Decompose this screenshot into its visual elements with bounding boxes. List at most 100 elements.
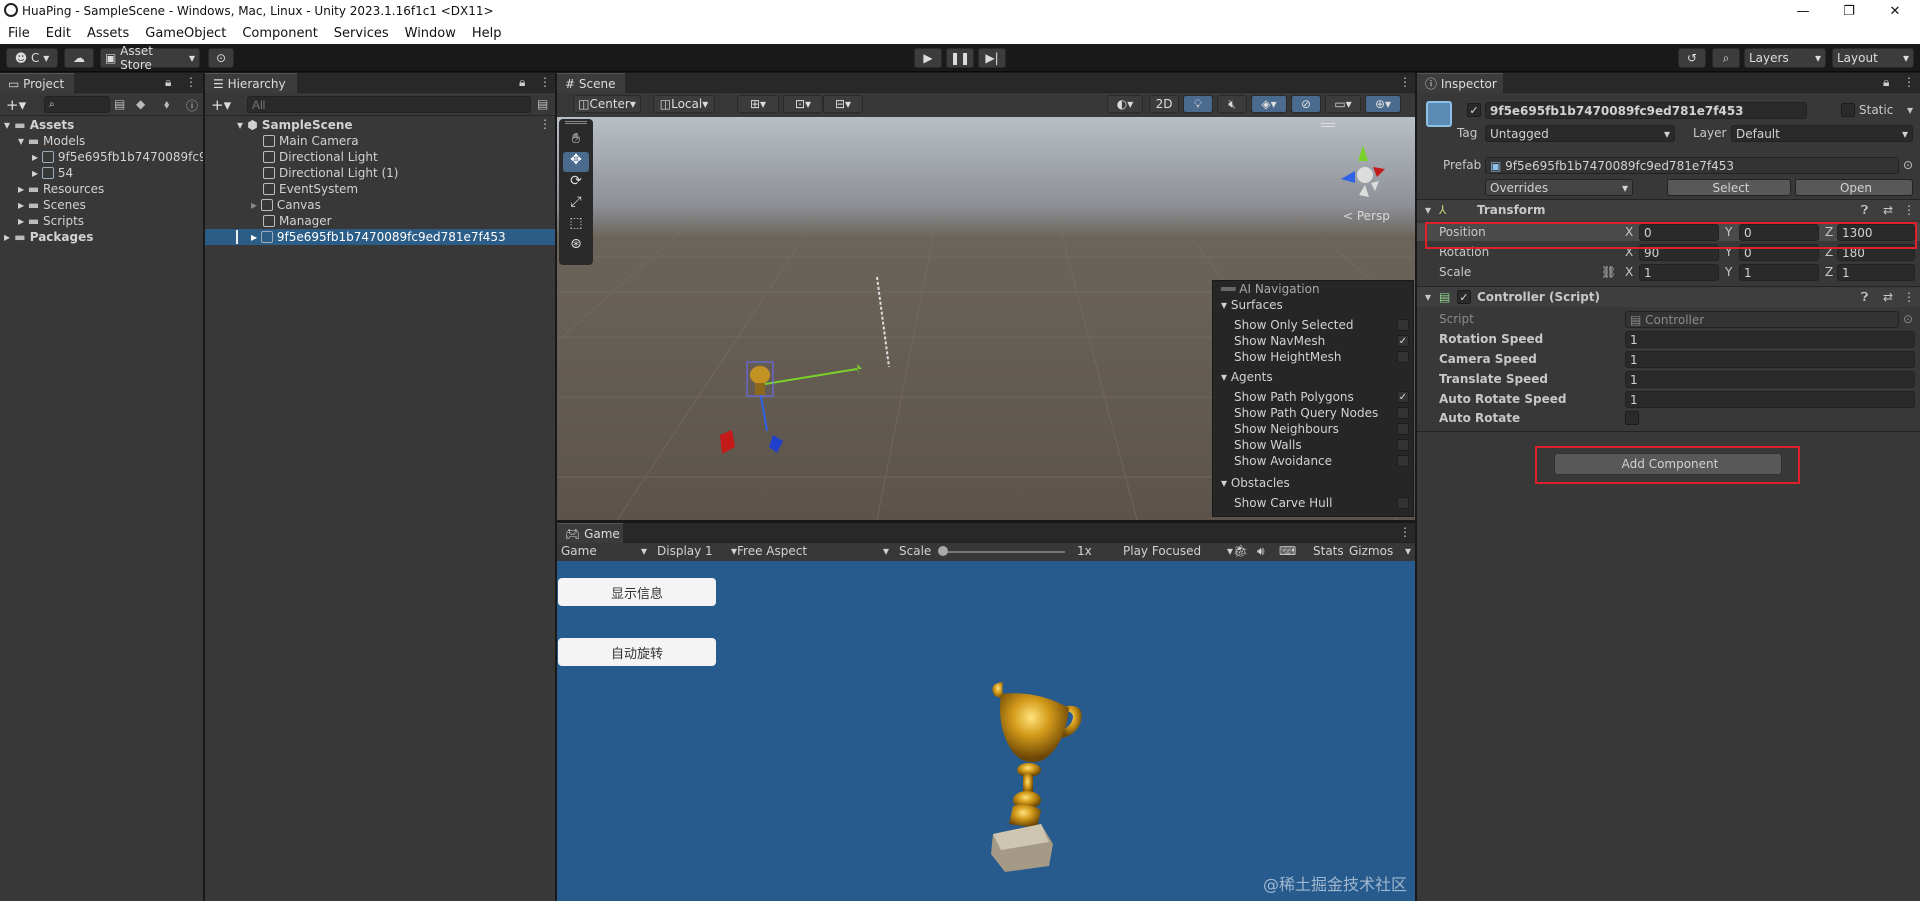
tree-item-resources[interactable]: ▸ ▬ Resources: [18, 181, 104, 197]
layers-dropdown[interactable]: Layers ▾: [1744, 48, 1826, 68]
overrides-dropdown[interactable]: Overrides ▾: [1485, 179, 1633, 196]
more-icon[interactable]: ⋮: [1903, 290, 1915, 304]
tab-game[interactable]: 🎮︎ Game: [557, 523, 623, 543]
auto-rotate-checkbox[interactable]: [1625, 411, 1639, 425]
draw-mode-dropdown[interactable]: ◐▾: [1107, 95, 1143, 113]
more-icon[interactable]: ⋮: [185, 75, 197, 89]
menu-assets[interactable]: Assets: [79, 26, 137, 41]
gizmos-dropdown[interactable]: Gizmos ▾: [1349, 544, 1411, 558]
pivot-center-dropdown[interactable]: ◫ Center ▾: [573, 95, 641, 113]
show-neighbours-checkbox[interactable]: [1397, 423, 1409, 435]
audio-mute-icon[interactable]: 🔊︎: [1257, 544, 1265, 559]
maximize-icon[interactable]: ❐: [1826, 0, 1872, 22]
show-carve-hull-checkbox[interactable]: [1397, 497, 1409, 509]
hierarchy-item-manager[interactable]: Manager: [263, 213, 332, 229]
help-icon[interactable]: ❓︎: [1861, 290, 1868, 305]
show-path-polygons-checkbox[interactable]: ✓: [1397, 391, 1409, 403]
scale-z-field[interactable]: 1: [1837, 264, 1915, 281]
menu-help[interactable]: Help: [464, 26, 510, 41]
hidden-objects-toggle[interactable]: ⊘: [1291, 95, 1321, 113]
menu-window[interactable]: Window: [397, 26, 464, 41]
hierarchy-item-directional-light[interactable]: Directional Light: [263, 149, 378, 165]
search-button[interactable]: ⌕: [1712, 48, 1740, 68]
move-gizmo-green-arrow[interactable]: [857, 364, 862, 375]
tree-item-models[interactable]: ▾ ▬ Models: [18, 133, 85, 149]
move-tool-icon[interactable]: ✥: [563, 152, 589, 172]
tab-hierarchy[interactable]: ☰ Hierarchy: [205, 73, 297, 93]
translate-speed-field[interactable]: 1: [1625, 371, 1915, 388]
show-walls-checkbox[interactable]: [1397, 439, 1409, 451]
move-gizmo-red-cone[interactable]: [720, 430, 735, 454]
play-button[interactable]: ▶: [914, 48, 942, 68]
overlay-drag-handle-icon[interactable]: [565, 121, 587, 124]
tree-item-scripts[interactable]: ▸ ▬ Scripts: [18, 213, 84, 229]
grid-snapping-button[interactable]: ⊞▾: [737, 95, 779, 113]
keyboard-icon[interactable]: ⌨︎: [1279, 544, 1296, 558]
scale-slider-thumb[interactable]: [938, 546, 948, 556]
display-dropdown[interactable]: Display 1 ▾: [657, 544, 737, 558]
tab-scene[interactable]: # Scene: [557, 73, 625, 93]
lock-icon[interactable]: 🔒︎: [519, 75, 525, 90]
hierarchy-item-canvas[interactable]: ▸ Canvas: [251, 197, 321, 213]
static-checkbox[interactable]: [1841, 103, 1855, 117]
view-options-button[interactable]: ⊟▾: [823, 95, 863, 113]
more-icon[interactable]: ⋮: [1399, 525, 1411, 539]
show-path-query-nodes-checkbox[interactable]: [1397, 407, 1409, 419]
prefab-asset-field[interactable]: ▣ 9f5e695fb1b7470089fc9ed781e7f453: [1485, 157, 1899, 174]
tab-project[interactable]: ▭ Project: [0, 73, 74, 93]
game-mode-dropdown[interactable]: Game ▾: [561, 544, 647, 558]
target-icon[interactable]: ⊙: [1903, 312, 1913, 326]
collab-button[interactable]: ⊙: [208, 48, 234, 68]
history-button[interactable]: ↺: [1678, 48, 1706, 68]
move-gizmo-blue-cone[interactable]: [769, 435, 783, 453]
show-info-button[interactable]: 显示信息: [558, 578, 716, 606]
auto-rotate-button[interactable]: 自动旋转: [558, 638, 716, 666]
scene-visibility-icon[interactable]: ▤: [537, 97, 548, 111]
tree-item-packages[interactable]: ▸ ▬ Packages: [4, 229, 93, 245]
prefab-select-button[interactable]: Select: [1667, 179, 1791, 196]
toggle-2d-button[interactable]: 2D: [1149, 95, 1179, 113]
tree-item-54[interactable]: ▸ 54: [32, 165, 73, 181]
target-icon[interactable]: ⊙: [1903, 158, 1913, 172]
hierarchy-item-main-camera[interactable]: Main Camera: [263, 133, 359, 149]
prefab-open-button[interactable]: Open: [1795, 179, 1913, 196]
step-button[interactable]: ▶|: [978, 48, 1006, 68]
filter-label-icon[interactable]: ◆: [136, 97, 145, 111]
lighting-toggle[interactable]: 💡︎: [1183, 95, 1213, 113]
active-checkbox[interactable]: ✓: [1467, 103, 1481, 117]
effects-toggle[interactable]: ◈▾: [1251, 95, 1287, 113]
show-avoidance-checkbox[interactable]: [1397, 455, 1409, 467]
expand-arrow-icon[interactable]: ▾: [1425, 203, 1431, 217]
camera-speed-field[interactable]: 1: [1625, 351, 1915, 368]
tree-item-model-prefab[interactable]: ▸ 9f5e695fb1b7470089fc9: [32, 149, 207, 165]
camera-settings-dropdown[interactable]: ▭▾: [1325, 95, 1361, 113]
asset-store-button[interactable]: ▣ Asset Store ▾: [100, 44, 200, 72]
scale-y-field[interactable]: 1: [1739, 264, 1819, 281]
link-icon[interactable]: ⛓︎: [1601, 265, 1616, 279]
scale-x-field[interactable]: 1: [1639, 264, 1719, 281]
gizmos-dropdown[interactable]: ⊕▾: [1365, 95, 1401, 113]
play-mode-dropdown[interactable]: Play Focused ▾: [1123, 544, 1233, 558]
add-icon[interactable]: +▾: [6, 96, 26, 114]
perspective-label[interactable]: < Persp: [1343, 209, 1390, 223]
increment-snapping-button[interactable]: ⊡▾: [783, 95, 823, 113]
hierarchy-scene-root[interactable]: ▾ ⬢ SampleScene: [237, 117, 353, 133]
menu-services[interactable]: Services: [326, 26, 397, 41]
menu-file[interactable]: File: [0, 26, 38, 41]
presets-icon[interactable]: ⇄: [1883, 290, 1893, 304]
layout-dropdown[interactable]: Layout ▾: [1832, 48, 1914, 68]
hierarchy-item-selected-prefab[interactable]: ▸ 9f5e695fb1b7470089fc9ed781e7f453: [251, 229, 506, 245]
layer-dropdown[interactable]: Default ▾: [1731, 125, 1913, 142]
hierarchy-search-input[interactable]: [247, 96, 531, 113]
tag-icon[interactable]: ⬧: [164, 97, 169, 112]
pause-button[interactable]: ❚❚: [946, 48, 974, 68]
expand-arrow-icon[interactable]: ▾: [1425, 290, 1431, 304]
pivot-space-dropdown[interactable]: ◫ Local ▾: [653, 95, 715, 113]
menu-component[interactable]: Component: [234, 26, 325, 41]
more-icon[interactable]: ⋮: [1903, 75, 1915, 89]
more-icon[interactable]: ⋮: [539, 75, 551, 89]
close-icon[interactable]: ✕: [1872, 0, 1918, 22]
tab-inspector[interactable]: ⓘ Inspector: [1417, 73, 1503, 93]
controller-enabled-checkbox[interactable]: ✓: [1457, 290, 1471, 304]
tree-item-scenes[interactable]: ▸ ▬ Scenes: [18, 197, 86, 213]
